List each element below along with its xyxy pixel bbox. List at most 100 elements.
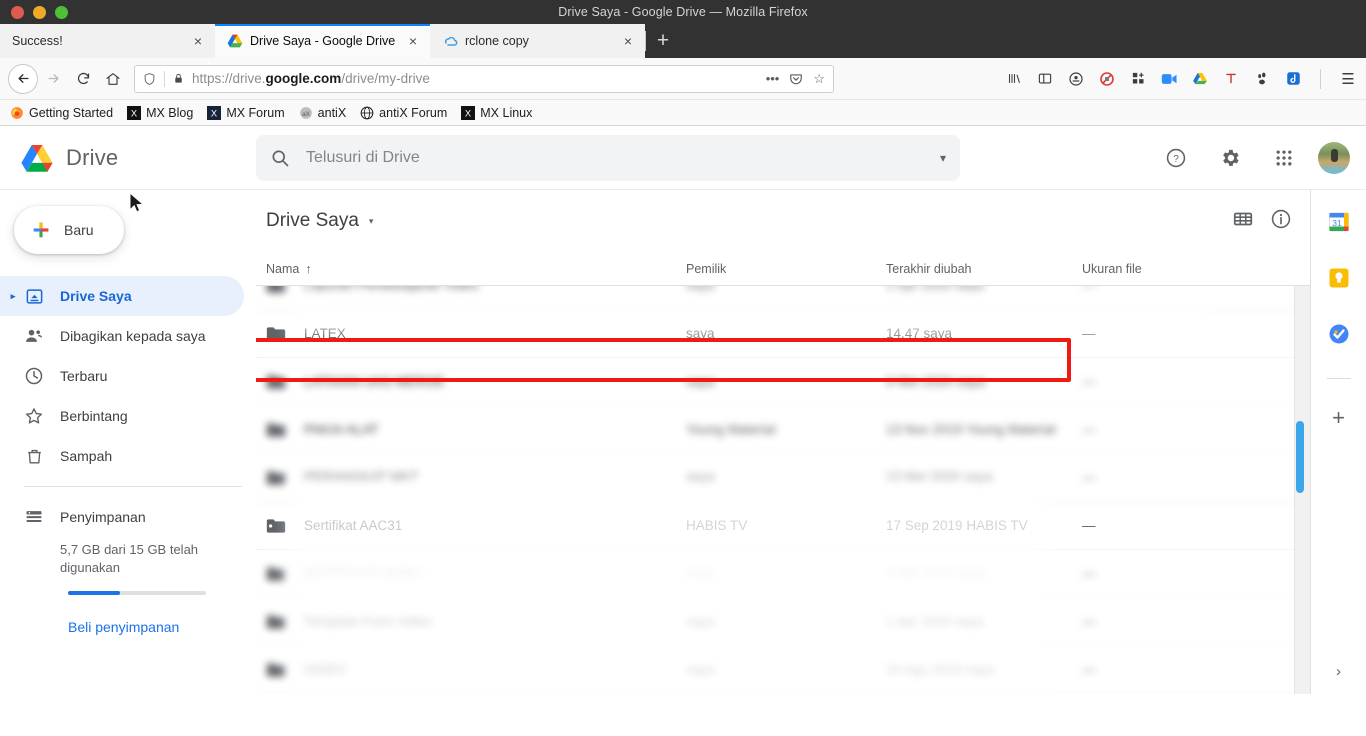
search-input[interactable]: Telusuri di Drive	[306, 149, 924, 167]
column-header-modified[interactable]: Terakhir diubah	[886, 262, 1082, 276]
sidebar-item-storage[interactable]: Penyimpanan	[0, 497, 244, 537]
table-row[interactable]: VIDEO saya 24 Agu 2019 saya —	[256, 646, 1310, 694]
page-actions-icon[interactable]: •••	[766, 71, 780, 86]
drive-extension-icon[interactable]	[1190, 69, 1210, 89]
buy-storage-link[interactable]: Beli penyimpanan	[0, 619, 256, 635]
file-size: —	[1082, 374, 1096, 389]
gnome-icon[interactable]	[1252, 69, 1272, 89]
reload-button[interactable]	[68, 64, 98, 94]
bookmark-label: antiX	[317, 105, 347, 120]
tracking-shield-icon[interactable]	[143, 72, 156, 86]
bookmark-mx-forum[interactable]: X MX Forum	[207, 105, 285, 120]
google-keep-icon[interactable]	[1327, 266, 1351, 290]
drive-brand[interactable]: Drive	[0, 141, 256, 175]
svg-text:X: X	[465, 108, 472, 118]
storage-progress-fill	[68, 591, 121, 595]
url-text[interactable]: https://drive.google.com/drive/my-drive	[192, 71, 758, 86]
table-row[interactable]: PERANGKAT MKT saya 13 Mei 2020 saya —	[256, 454, 1310, 502]
file-modified: 17 Sep 2019 HABIS TV	[886, 518, 1028, 533]
grid-view-icon[interactable]	[1232, 208, 1254, 235]
no-script-icon[interactable]	[1097, 69, 1117, 89]
column-header-owner[interactable]: Pemilik	[686, 262, 886, 276]
search-options-chevron-down-icon[interactable]: ▾	[940, 151, 946, 165]
file-name: LATEX	[304, 326, 346, 341]
column-header-name[interactable]: Nama ↑	[266, 262, 686, 276]
minimize-button[interactable]	[33, 5, 46, 19]
close-icon[interactable]: ×	[404, 32, 422, 50]
zoom-camera-icon[interactable]	[1159, 69, 1179, 89]
forward-button[interactable]	[38, 64, 68, 94]
sidebar-item-trash[interactable]: Sampah	[0, 436, 244, 476]
bookmark-star-icon[interactable]: ☆	[813, 71, 825, 87]
bookmark-mx-linux[interactable]: X MX Linux	[461, 105, 532, 120]
table-row[interactable]: SERTIFIKAT BARU saya 4 Mei 2020 saya —	[256, 550, 1310, 598]
google-tasks-icon[interactable]	[1327, 322, 1351, 346]
bookmark-label: MX Blog	[146, 105, 194, 120]
back-button[interactable]	[8, 63, 38, 94]
close-icon[interactable]: ×	[619, 32, 637, 50]
tab-label: Success!	[12, 34, 63, 48]
bookmark-label: antiX Forum	[379, 105, 448, 120]
url-scheme: https://drive.	[192, 71, 266, 86]
new-button[interactable]: Baru	[14, 206, 124, 254]
jdownloader-icon[interactable]	[1283, 69, 1303, 89]
column-header-size[interactable]: Ukuran file	[1082, 262, 1310, 276]
maximize-button[interactable]	[55, 5, 68, 19]
chevron-down-icon[interactable]: ▾	[369, 216, 374, 227]
hamburger-menu-icon[interactable]: ☰	[1338, 69, 1358, 89]
settings-gear-icon[interactable]	[1210, 138, 1250, 178]
close-button[interactable]	[11, 5, 24, 19]
browser-tab-success[interactable]: Success! ×	[0, 24, 215, 58]
clock-icon	[24, 366, 44, 386]
chevron-right-icon[interactable]: ▸	[6, 289, 20, 303]
search-icon	[272, 150, 289, 166]
file-modified: 1 Apr 2020 saya	[886, 614, 984, 629]
arrow-left-icon	[18, 74, 28, 83]
library-icon[interactable]	[1004, 69, 1024, 89]
storage-usage-text: 5,7 GB dari 15 GB telah digunakan	[60, 542, 199, 575]
text-tool-icon[interactable]	[1221, 69, 1241, 89]
search-box[interactable]: Telusuri di Drive ▾	[256, 134, 960, 181]
help-icon[interactable]: ?	[1156, 138, 1196, 178]
table-row-sertifikat[interactable]: Sertifikat AAC31 HABIS TV 17 Sep 2019 HA…	[256, 502, 1310, 550]
breadcrumb-label: Drive Saya	[266, 210, 359, 231]
google-calendar-icon[interactable]: 31	[1327, 210, 1351, 234]
sidebar-item-my-drive[interactable]: ▸ Drive Saya	[0, 276, 244, 316]
file-name: SERTIFIKAT BARU	[304, 566, 422, 581]
sidebar-item-starred[interactable]: Berbintang	[0, 396, 244, 436]
breadcrumb[interactable]: Drive Saya ▾	[266, 210, 373, 232]
scrollbar-thumb[interactable]	[1296, 421, 1304, 493]
sidebar-item-shared-with-me[interactable]: Dibagikan kepada saya	[0, 316, 244, 356]
google-apps-icon[interactable]	[1264, 138, 1304, 178]
browser-tab-drive[interactable]: Drive Saya - Google Drive ×	[215, 24, 430, 58]
close-icon[interactable]: ×	[189, 32, 207, 50]
table-row[interactable]: LATIHAN UAS MERGE saya 9 Mei 2020 saya —	[256, 358, 1310, 406]
address-bar[interactable]: https://drive.google.com/drive/my-drive …	[134, 64, 834, 93]
sort-ascending-icon[interactable]: ↑	[305, 262, 311, 276]
table-row[interactable]: Template Form Video saya 1 Apr 2020 saya…	[256, 598, 1310, 646]
new-tab-button[interactable]: +	[646, 24, 680, 58]
table-row[interactable]: PAKAI ALAT Young Material 13 Nov 2019 Yo…	[256, 406, 1310, 454]
bookmark-antix-forum[interactable]: antiX Forum	[360, 106, 447, 120]
bookmark-mx-blog[interactable]: X MX Blog	[127, 105, 194, 120]
home-button[interactable]	[98, 64, 128, 94]
pocket-icon[interactable]	[789, 72, 803, 86]
bookmark-antix[interactable]: aX antiX	[299, 105, 347, 120]
svg-text:X: X	[131, 108, 138, 118]
extensions-grid-icon[interactable]	[1128, 69, 1148, 89]
sidebar-item-recent[interactable]: Terbaru	[0, 356, 244, 396]
file-size: —	[1082, 518, 1096, 533]
table-row[interactable]: Laporan Pembelajaran Video saya 1 Apr 20…	[256, 286, 1310, 310]
plus-icon	[33, 222, 49, 238]
avatar[interactable]	[1318, 141, 1350, 174]
account-icon[interactable]	[1066, 69, 1086, 89]
add-addon-icon[interactable]: +	[1332, 407, 1345, 429]
folder-icon	[266, 422, 286, 437]
browser-tab-rclone[interactable]: rclone copy ×	[430, 24, 645, 58]
sidebar-icon[interactable]	[1035, 69, 1055, 89]
table-row-latex[interactable]: LATEX saya 14.47 saya —	[256, 310, 1310, 358]
file-name-cell: Sertifikat AAC31	[266, 518, 686, 534]
bookmark-getting-started[interactable]: Getting Started	[10, 106, 113, 120]
expand-rail-chevron-right-icon[interactable]: ›	[1336, 663, 1341, 680]
details-info-icon[interactable]	[1270, 208, 1292, 235]
